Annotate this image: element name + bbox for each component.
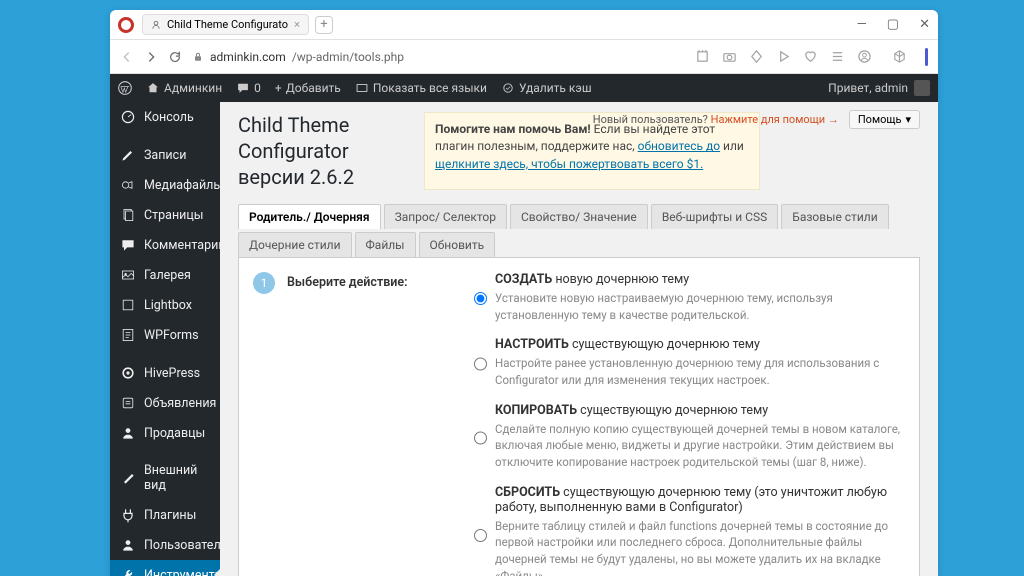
accent-bar — [925, 48, 928, 66]
reload-icon[interactable] — [168, 50, 182, 64]
menu-comments[interactable]: Комментарии — [110, 230, 220, 260]
user-greeting[interactable]: Привет, admin — [828, 80, 930, 96]
browser-tab[interactable]: Child Theme Configurato × — [142, 14, 309, 35]
profile-icon[interactable] — [857, 49, 872, 64]
new-tab-button[interactable]: + — [315, 16, 333, 34]
address-bar[interactable]: adminkin.com/wp-admin/tools.php — [192, 50, 685, 64]
lock-icon — [192, 51, 204, 63]
opera-logo — [118, 17, 134, 33]
close-tab-icon[interactable]: × — [294, 18, 300, 31]
menu-posts[interactable]: Записи — [110, 140, 220, 170]
menu-wpforms[interactable]: WPForms — [110, 320, 220, 350]
avatar — [914, 80, 930, 96]
heart-icon[interactable] — [803, 49, 818, 64]
menu-listings[interactable]: Объявления — [110, 388, 220, 418]
menu-lightbox[interactable]: Lightbox — [110, 290, 220, 320]
person-icon — [151, 20, 161, 30]
help-button[interactable]: Помощь ▾ — [849, 110, 920, 129]
cube-icon[interactable] — [892, 49, 907, 64]
radio-reset[interactable] — [474, 487, 487, 576]
tab-base[interactable]: Базовые стили — [781, 204, 888, 229]
wp-logo[interactable] — [118, 81, 132, 95]
diamond-icon[interactable] — [749, 49, 764, 64]
tab-parent-child[interactable]: Родитель./ Дочерняя — [238, 204, 381, 229]
close-button[interactable]: ✕ — [919, 17, 930, 32]
url-domain: adminkin.com — [210, 50, 286, 64]
show-langs-link[interactable]: Показать все языки — [355, 81, 487, 95]
radio-copy[interactable] — [474, 405, 487, 471]
nav-forward-icon[interactable] — [144, 50, 158, 64]
comments-link[interactable]: 0 — [236, 81, 261, 95]
tab-query[interactable]: Запрос/ Селектор — [384, 204, 507, 229]
tab-title: Child Theme Configurato — [167, 18, 288, 31]
site-link[interactable]: Админкин — [146, 81, 222, 95]
menu-plugins[interactable]: Плагины — [110, 500, 220, 530]
url-path: /wp-admin/tools.php — [292, 50, 404, 64]
menu-icon[interactable] — [830, 49, 845, 64]
menu-hivepress[interactable]: HivePress — [110, 358, 220, 388]
play-icon[interactable] — [776, 49, 791, 64]
nav-back-icon[interactable] — [120, 50, 134, 64]
menu-appearance[interactable]: Внешний вид — [110, 456, 220, 500]
menu-gallery[interactable]: Галерея — [110, 260, 220, 290]
menu-users[interactable]: Пользователи — [110, 530, 220, 560]
upgrade-link[interactable]: обновитесь до — [638, 139, 720, 153]
tab-upgrade[interactable]: Обновить — [419, 232, 496, 257]
tab-child[interactable]: Дочерние стили — [238, 232, 352, 257]
add-new-link[interactable]: +Добавить — [275, 81, 341, 95]
menu-dashboard[interactable]: Консоль — [110, 102, 220, 132]
menu-vendors[interactable]: Продавцы — [110, 418, 220, 448]
tab-files[interactable]: Файлы — [355, 232, 416, 257]
tab-webfonts[interactable]: Веб-шрифты и CSS — [651, 204, 778, 229]
menu-media[interactable]: Медиафайлы — [110, 170, 220, 200]
camera-icon[interactable] — [722, 49, 737, 64]
minimize-button[interactable]: — — [857, 17, 867, 32]
share-icon[interactable] — [695, 49, 710, 64]
menu-pages[interactable]: Страницы — [110, 200, 220, 230]
menu-tools[interactable]: Инструменты — [110, 560, 220, 576]
tab-property[interactable]: Свойство/ Значение — [510, 204, 648, 229]
new-user-hint: Новый пользователь? Нажмите для помощи → — [593, 113, 839, 126]
donate-link[interactable]: щелкните здесь, чтобы пожертвовать всего… — [435, 157, 703, 171]
help-link[interactable]: Нажмите для помощи — [711, 113, 825, 126]
radio-configure[interactable] — [474, 339, 487, 388]
step-1-label: Выберите действие: — [287, 272, 462, 576]
step-1-badge: 1 — [253, 272, 275, 294]
maximize-button[interactable]: ▢ — [887, 17, 899, 32]
clear-cache-link[interactable]: Удалить кэш — [501, 81, 592, 95]
radio-create[interactable] — [474, 274, 487, 323]
page-title: Child Theme Configurator версии 2.6.2 — [238, 112, 408, 190]
